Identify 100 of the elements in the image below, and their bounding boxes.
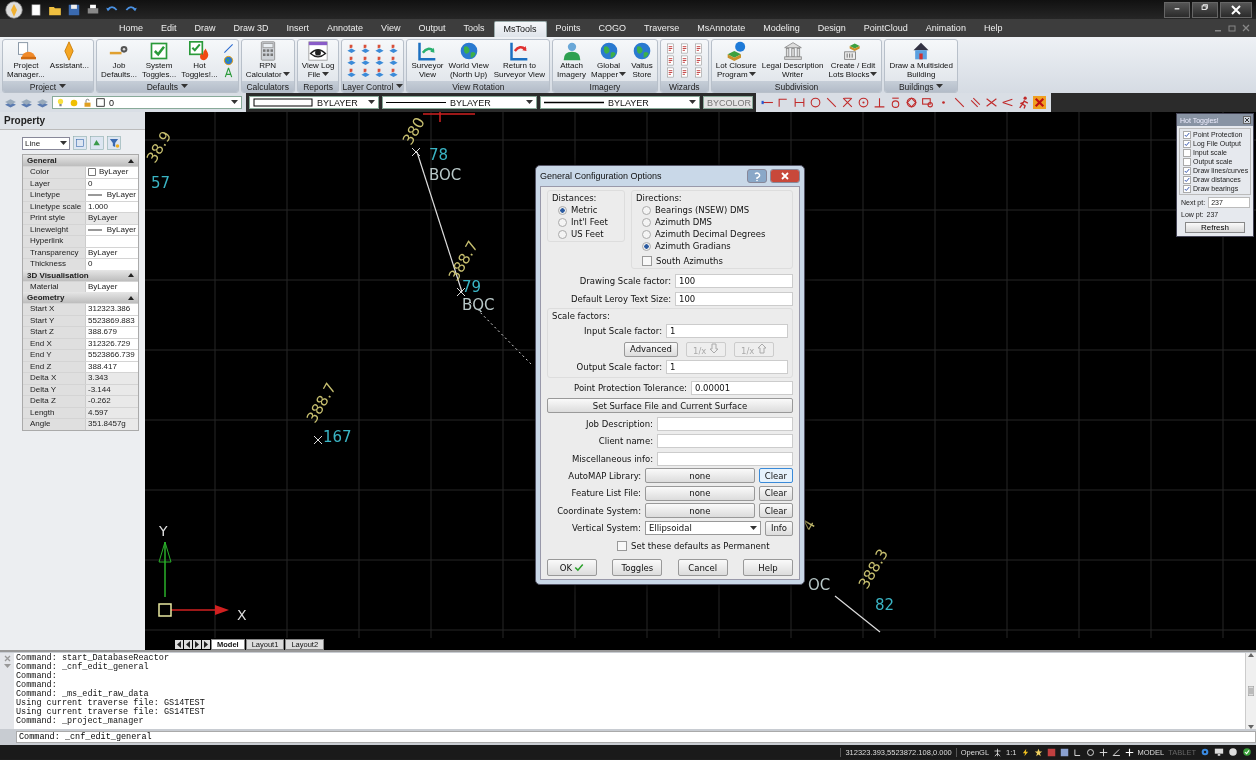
first-icon[interactable]	[175, 639, 183, 649]
ribbon-button[interactable]: Hot Toggles!...	[179, 41, 220, 79]
app-logo[interactable]	[4, 0, 24, 19]
section-header[interactable]: Geometry	[23, 292, 138, 303]
figure-icon[interactable]	[1017, 96, 1030, 109]
document-icon[interactable]	[692, 67, 704, 78]
monitor-icon[interactable]	[1214, 747, 1224, 757]
layer-stack-icon[interactable]	[4, 96, 17, 109]
checkbox[interactable]	[642, 256, 652, 266]
previous-icon[interactable]	[184, 639, 192, 649]
restore-button[interactable]	[1192, 1, 1218, 18]
circle-icon[interactable]	[1228, 747, 1238, 757]
ribbon-tab[interactable]: Tools	[454, 21, 494, 37]
ribbon-tab[interactable]: PointCloud	[854, 21, 917, 37]
document-icon[interactable]	[664, 55, 676, 66]
checkbox[interactable]	[617, 540, 627, 551]
radio-button[interactable]	[642, 241, 651, 251]
point-marker[interactable]	[411, 147, 421, 157]
last-icon[interactable]	[202, 639, 210, 649]
ribbon-button[interactable]: Return to Surveyor View	[491, 41, 548, 79]
close-button[interactable]	[1243, 116, 1251, 124]
clear-button[interactable]: Clear	[758, 468, 793, 484]
line-icon[interactable]	[825, 96, 838, 109]
extension-icon[interactable]	[777, 96, 790, 109]
radio-button[interactable]	[558, 217, 567, 227]
surface-button[interactable]: Set Surface File and Current Surface	[547, 398, 793, 414]
select-objects-icon[interactable]	[73, 136, 87, 150]
square-icon[interactable]	[1059, 747, 1069, 757]
ribbon-button[interactable]: Attach Imagery	[555, 41, 588, 79]
property-dropdown[interactable]: BYLAYER	[540, 96, 700, 109]
property-dropdown[interactable]: BYLAYER	[382, 96, 537, 109]
ribbon-button[interactable]: World View (North Up)	[446, 41, 491, 79]
lightning-icon[interactable]	[1020, 747, 1030, 757]
text-field[interactable]	[657, 434, 793, 449]
ribbon-tab[interactable]: Draw 3D	[224, 21, 278, 37]
snap-cross-icon[interactable]	[1098, 747, 1108, 757]
globe-icon[interactable]	[222, 55, 234, 66]
document-icon[interactable]	[664, 67, 676, 78]
center-icon[interactable]	[857, 96, 870, 109]
ribbon-tab[interactable]: Home	[110, 21, 152, 37]
checkbox[interactable]	[1183, 184, 1191, 193]
ribbon-button[interactable]: Legal Description Writer	[759, 41, 826, 79]
print-icon[interactable]	[86, 2, 100, 17]
ribbon-button[interactable]: Lot Closure Program	[713, 41, 759, 79]
next-icon[interactable]	[193, 639, 201, 649]
insertion-icon[interactable]	[921, 96, 934, 109]
ribbon-tab[interactable]: Design	[808, 21, 855, 37]
close-icon[interactable]	[3, 655, 11, 662]
annotation-scale-icon[interactable]	[993, 747, 1003, 757]
ribbon-tab[interactable]: Edit	[152, 21, 186, 37]
close-icon[interactable]	[1242, 24, 1250, 32]
command-input[interactable]: Command: _cnf_edit_general	[16, 731, 1256, 743]
midpoint-icon[interactable]	[793, 96, 806, 109]
ribbon-button[interactable]: View Log File	[299, 41, 337, 79]
scrollbar[interactable]	[1245, 653, 1256, 729]
file-button[interactable]: none	[645, 468, 755, 484]
document-icon[interactable]	[678, 67, 690, 78]
text-field[interactable]: 1	[666, 324, 788, 339]
collapse-icon[interactable]	[128, 273, 134, 277]
layers-icon[interactable]	[388, 55, 400, 66]
ribbon-button[interactable]: Valtus Store	[629, 41, 655, 79]
dialog-button[interactable]: Toggles	[612, 559, 663, 577]
dialog-button[interactable]: Cancel	[677, 559, 728, 577]
help-button[interactable]	[747, 169, 767, 183]
checkbox[interactable]	[1183, 139, 1191, 148]
checkbox[interactable]	[1183, 157, 1191, 166]
radio-button[interactable]	[642, 205, 651, 215]
compass-icon[interactable]	[222, 67, 234, 78]
dialog-button[interactable]: Help	[743, 559, 793, 577]
save-icon[interactable]	[67, 2, 81, 17]
radio-button[interactable]	[642, 217, 651, 227]
ribbon-tab[interactable]: MsTools	[493, 21, 547, 37]
section-header[interactable]: 3D Visualisation	[23, 269, 138, 281]
checkbox[interactable]	[1183, 130, 1191, 139]
ribbon-tab[interactable]: COGO	[589, 21, 636, 37]
intersection-icon[interactable]	[841, 96, 854, 109]
caret-icon[interactable]	[3, 664, 11, 669]
ribbon-tab[interactable]: Insert	[277, 21, 319, 37]
radio-button[interactable]	[642, 229, 651, 239]
clear-button[interactable]: Clear	[758, 485, 793, 501]
text-field[interactable]	[657, 451, 793, 466]
angle-icon[interactable]	[1111, 747, 1121, 757]
document-icon[interactable]	[678, 55, 690, 66]
grid-icon[interactable]	[1046, 747, 1056, 757]
advanced-button[interactable]: Advanced	[624, 341, 678, 357]
line-icon[interactable]	[953, 96, 966, 109]
ribbon-tab[interactable]: Draw	[185, 21, 225, 37]
quick-select-icon[interactable]	[90, 136, 104, 150]
document-icon[interactable]	[678, 43, 690, 54]
ribbon-button[interactable]: System Toggles...	[139, 41, 179, 79]
ribbon-tab[interactable]: MsAnnotate	[688, 21, 755, 37]
minimize-button[interactable]	[1164, 1, 1190, 18]
star-icon[interactable]	[1033, 747, 1043, 757]
cross-icon[interactable]	[1001, 96, 1014, 109]
ribbon-tab[interactable]: Output	[409, 21, 455, 37]
ribbon-button[interactable]: Draw a Multisided Building	[887, 41, 955, 79]
layer-states-icon[interactable]	[36, 96, 49, 109]
ortho-icon[interactable]	[1072, 747, 1082, 757]
text-field[interactable]: 1	[666, 360, 788, 375]
checkbox[interactable]	[1183, 148, 1191, 157]
